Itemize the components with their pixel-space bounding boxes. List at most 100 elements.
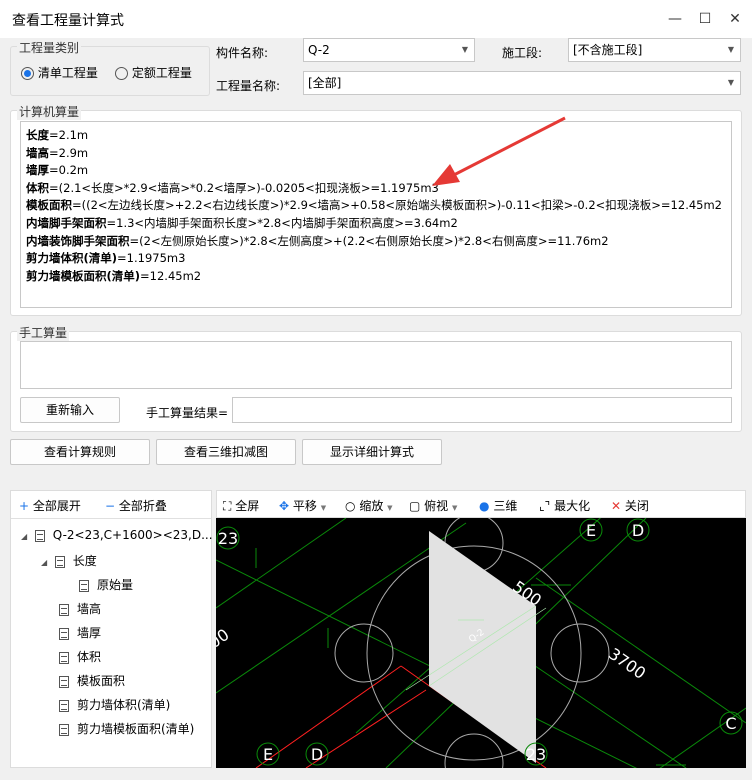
calc-text-area[interactable]: 长度=2.1m 墙高=2.9m 墙厚=0.2m 体积=(2.1<长度>*2.9<墙高>… [20,121,732,308]
calc-line: 墙厚=0.2m [26,162,726,180]
window-title: 查看工程量计算式 [12,13,124,29]
pan-icon: ✥ [279,499,290,513]
calc-line: 体积=(2.1<长度>*2.9<墙高>*0.2<墙厚>)-0.0205<扣现浇板… [26,180,726,198]
radio-bill[interactable]: 清单工程量 [21,64,98,81]
calc-line-name: 内墙脚手架面积 [26,215,107,230]
radio-quota[interactable]: 定额工程量 [115,64,192,81]
document-icon [59,675,69,688]
axis-label: E [263,745,273,764]
calc-line-name: 剪力墙模板面积(清单) [26,268,141,283]
axis-label: D [311,745,323,764]
maximize-icon: ⌞⌝ [539,499,551,513]
fullscreen-icon: ⛶ [223,499,232,513]
manual-result-field[interactable] [232,397,732,423]
computer-calc-label: 计算机算量 [17,103,82,120]
section-label: 施工段: [502,46,543,60]
tree-root[interactable]: ◢ Q-2<23,C+1600><23,D... [21,528,213,542]
collapse-all-button[interactable]: − 全部折叠 [105,497,167,514]
viewer-toolbar: ⛶ 全屏 ✥ 平移 ▼ ○ 缩放 ▼ ▢ 俯视 ▼ ● 三维 ⌞⌝ 最大化 ✕ … [216,490,746,518]
document-icon [54,555,65,568]
calc-line: 内墙装饰脚手架面积=(2<左侧原始长度>)*2.8<左侧高度>+(2.2<右侧原… [26,233,726,251]
calc-line-name: 长度 [26,128,49,142]
3d-button[interactable]: ● 三维 [479,497,517,514]
calc-line: 剪力墙模板面积(清单)=12.45m2 [26,268,726,286]
expand-all-button[interactable]: + 全部展开 [19,497,81,514]
document-icon [59,651,69,664]
minimize-button[interactable]: — [660,8,690,30]
calc-line: 剪力墙体积(清单)=1.1975m3 [26,250,726,268]
document-icon [59,603,69,616]
cube-icon: ▢ [409,499,421,513]
calc-line-name: 墙高 [26,145,49,160]
calc-line-name: 体积 [26,180,49,195]
view-button[interactable]: ▢ 俯视 ▼ [409,497,457,514]
tree-item[interactable]: 模板面积 [59,672,125,689]
tree-item[interactable]: 墙高 [59,600,101,617]
document-icon [34,529,45,542]
calc-line-expr: =2.9m [49,145,89,160]
zoom-button[interactable]: ○ 缩放 ▼ [345,497,393,514]
category-group: 工程量类别 清单工程量 定额工程量 [10,39,210,96]
maximize-view-button[interactable]: ⌞⌝ 最大化 [539,497,590,514]
view-3d-button[interactable]: 查看三维扣减图 [156,439,296,465]
radio-icon[interactable] [115,67,128,80]
manual-calc-label: 手工算量 [17,324,70,341]
wall-shape[interactable] [429,531,536,763]
close-button[interactable]: ✕ [720,8,750,30]
document-icon [59,699,69,712]
3d-viewer-canvas[interactable]: 23 E D E D 23 C 500 3700 00 Q-2 [216,518,746,768]
pan-button[interactable]: ✥ 平移 ▼ [279,497,326,514]
document-icon [59,627,69,640]
manual-result-label: 手工算量结果= [146,406,229,420]
manual-calc-input[interactable] [20,341,732,389]
axis-label: D [632,521,644,540]
maximize-button[interactable]: ☐ [690,8,720,30]
collapse-icon: − [105,499,116,513]
calc-line-expr: =1.1975m3 [117,251,186,266]
component-select[interactable]: Q-2 ▼ [303,38,475,62]
axis-label: E [586,521,596,540]
calc-line-expr: =2.1m [49,128,89,142]
radio-icon[interactable] [21,67,34,80]
show-detail-button[interactable]: 显示详细计算式 [302,439,442,465]
chevron-down-icon: ▼ [727,45,734,54]
sphere-icon: ● [479,499,490,513]
collapse-arrow-icon: ◢ [41,558,48,567]
section-select[interactable]: [不含施工段] ▼ [568,38,741,62]
chevron-down-icon: ▼ [727,78,734,87]
reenter-button[interactable]: 重新输入 [20,397,120,423]
magnifier-icon: ○ [345,499,356,513]
calc-line: 墙高=2.9m [26,145,726,163]
dimension-label: 00 [216,625,233,652]
calc-line-expr: =(2<左侧原始长度>)*2.8<左侧高度>+(2.2<右侧原始长度>)*2.8… [129,233,609,248]
tree-item-length[interactable]: ◢ 长度 [41,552,97,569]
document-icon [59,723,69,736]
expand-icon: + [19,499,30,513]
qty-name-label: 工程量名称: [216,79,281,93]
axis-label: C [725,714,736,733]
calc-line-name: 墙厚 [26,163,49,178]
collapse-arrow-icon: ◢ [21,532,28,541]
tree-item[interactable]: 剪力墙模板面积(清单) [59,720,194,737]
category-label: 工程量类别 [17,39,82,56]
close-view-button[interactable]: ✕ 关闭 [611,497,649,514]
qty-name-select[interactable]: [全部] ▼ [303,71,741,95]
tree-item-original[interactable]: 原始量 [79,576,133,593]
calc-line: 模板面积=((2<左边线长度>+2.2<右边线长度>)*2.9<墙高>+0.58… [26,197,726,215]
tree-item[interactable]: 墙厚 [59,624,101,641]
tree-panel: + 全部展开 − 全部折叠 ◢ Q-2<23,C+1600><23,D... ◢… [10,490,213,768]
fullscreen-button[interactable]: ⛶ 全屏 [223,497,259,514]
dimension-label: 3700 [605,644,649,683]
calc-line-expr: =((2<左边线长度>+2.2<右边线长度>)*2.9<墙高>+0.58<原始端… [72,198,722,213]
calc-line-expr: =12.45m2 [140,268,202,283]
calc-line-name: 模板面积 [26,198,72,213]
axis-label: 23 [218,529,238,548]
tree-item[interactable]: 体积 [59,648,101,665]
component-label: 构件名称: [216,46,269,60]
document-icon [79,579,89,592]
tree-item[interactable]: 剪力墙体积(清单) [59,696,170,713]
calc-line: 内墙脚手架面积=1.3<内墙脚手架面积长度>*2.8<内墙脚手架面积高度>=3.… [26,215,726,233]
view-rules-button[interactable]: 查看计算规则 [10,439,150,465]
calc-line-name: 内墙装饰脚手架面积 [26,233,130,248]
calc-line-expr: =(2.1<长度>*2.9<墙高>*0.2<墙厚>)-0.0205<扣现浇板>=… [49,180,439,195]
